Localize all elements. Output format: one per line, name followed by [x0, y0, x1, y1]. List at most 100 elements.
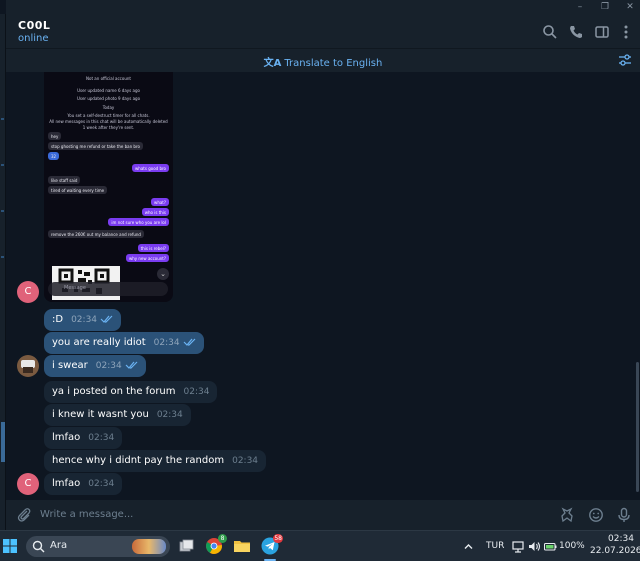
- task-view-icon[interactable]: [176, 536, 196, 556]
- scrollbar-thumb[interactable]: [636, 362, 639, 492]
- screenshot-message: who is this: [141, 208, 169, 216]
- screenshot-system-line: 1 week after they're sent.: [82, 125, 135, 130]
- message-bubble[interactable]: i swear 02:34: [44, 355, 146, 377]
- minimize-icon[interactable]: –: [573, 1, 587, 13]
- network-icon[interactable]: [512, 540, 525, 553]
- search-text: Ara: [50, 540, 68, 551]
- strip-marker: [1, 118, 4, 120]
- screenshot-message: this is rebel?: [137, 244, 169, 252]
- avatar-image-part: [23, 367, 33, 373]
- screenshot-message: stop ghosting me refund or take the ban …: [48, 142, 143, 150]
- message-bubble[interactable]: ya i posted on the forum 02:34: [44, 381, 218, 403]
- own-avatar[interactable]: [17, 355, 39, 377]
- clock-date[interactable]: 22.07.2026: [590, 546, 640, 556]
- screenshot-message: why new account?: [125, 254, 169, 262]
- message-text: i swear: [52, 360, 88, 371]
- volume-icon[interactable]: [528, 540, 541, 553]
- taskbar-search[interactable]: Ara: [26, 536, 170, 557]
- message-input[interactable]: Write a message...: [40, 509, 133, 520]
- message-bubble[interactable]: i knew it wasnt you 02:34: [44, 404, 191, 426]
- screenshot-input: Message: [48, 282, 168, 296]
- screenshot-system-line: Not an official account: [86, 76, 131, 81]
- read-ticks-icon: [125, 361, 138, 369]
- chat-area[interactable]: Not an official account User updated nam…: [6, 72, 634, 500]
- chat-name[interactable]: C00L: [18, 19, 50, 32]
- bot-commands-icon[interactable]: [559, 507, 575, 523]
- screenshot-message: 32: [48, 152, 60, 160]
- message-text: i knew it wasnt you: [52, 409, 149, 420]
- keyboard-language[interactable]: TUR: [486, 541, 504, 551]
- chevron-up-icon[interactable]: [462, 540, 475, 553]
- battery-percent: 100%: [559, 541, 585, 551]
- screenshot-message: remove the 260€ out my balance and refun…: [48, 230, 144, 238]
- screenshot-message: whats good bro: [132, 164, 169, 172]
- clock-time[interactable]: 02:34: [608, 534, 634, 544]
- screenshot-message: tired of waiting every time: [48, 186, 108, 194]
- message-time: 02:34: [71, 315, 98, 325]
- strip-active-marker: [1, 422, 5, 462]
- peer-avatar[interactable]: C: [17, 473, 39, 495]
- chat-scrollbar[interactable]: [634, 72, 640, 500]
- emoji-icon[interactable]: [588, 507, 604, 523]
- message-text: lmfao: [52, 478, 81, 489]
- chat-status: online: [18, 33, 49, 44]
- peer-avatar[interactable]: C: [17, 281, 39, 303]
- message-time: 02:34: [232, 456, 259, 466]
- translate-icon: 文A: [263, 58, 282, 69]
- message-bubble[interactable]: :D 02:34: [44, 309, 122, 331]
- screenshot-message: what?: [151, 198, 169, 206]
- message-time: 02:34: [156, 410, 183, 420]
- telegram-app[interactable]: 58: [260, 534, 283, 556]
- close-icon[interactable]: ✕: [623, 1, 637, 13]
- message-composer[interactable]: Write a message...: [6, 500, 640, 530]
- read-ticks-icon: [183, 338, 196, 346]
- microphone-icon[interactable]: [616, 507, 632, 523]
- screenshot-image-message[interactable]: Not an official account User updated nam…: [44, 72, 173, 302]
- message-text: :D: [52, 314, 64, 325]
- message-time: 02:34: [88, 479, 115, 489]
- screenshot-message: like staff said: [48, 176, 81, 184]
- message-bubble[interactable]: hence why i didnt pay the random 02:34: [44, 450, 267, 472]
- translate-label: Translate to English: [284, 58, 383, 69]
- read-ticks-icon: [100, 315, 113, 323]
- screenshot-system-line: You set a self-destruct timer for all ch…: [67, 113, 150, 118]
- chrome-badge: 8: [218, 534, 227, 543]
- message-bubble[interactable]: lmfao 02:34: [44, 427, 123, 449]
- message-text: lmfao: [52, 432, 81, 443]
- strip-marker: [1, 164, 4, 166]
- screenshot-system-line: All new messages in this chat will be au…: [49, 119, 168, 124]
- screenshot-system-line: Today: [102, 105, 115, 110]
- search-icon[interactable]: [542, 24, 558, 40]
- screenshot-message: hey: [48, 132, 62, 140]
- chat-header[interactable]: C00L online: [6, 14, 640, 49]
- strip-marker: [1, 210, 4, 212]
- attach-icon[interactable]: [16, 507, 32, 523]
- message-bubble[interactable]: you are really idiot 02:34: [44, 332, 204, 354]
- translate-settings-icon[interactable]: [618, 53, 632, 67]
- more-options-icon[interactable]: [618, 24, 634, 40]
- windows-start-icon[interactable]: [2, 538, 18, 554]
- message-time: 02:34: [183, 387, 210, 397]
- chrome-app[interactable]: 8: [204, 534, 227, 556]
- phone-icon[interactable]: [568, 24, 584, 40]
- restore-icon[interactable]: ❐: [598, 1, 612, 13]
- sidebar-toggle-icon[interactable]: [594, 24, 610, 40]
- screenshot-system-line: User updated photo 9 days ago: [76, 96, 141, 101]
- file-explorer-icon[interactable]: [232, 536, 252, 556]
- message-text: you are really idiot: [52, 337, 146, 348]
- telegram-badge: 58: [273, 534, 283, 543]
- battery-charging-icon[interactable]: [544, 540, 557, 553]
- translate-bar[interactable]: 文A Translate to English: [6, 49, 640, 72]
- message-text: ya i posted on the forum: [52, 386, 176, 397]
- window-titlebar: – ❐ ✕: [6, 0, 640, 14]
- screenshot-message: im not sure who you are lol: [108, 218, 169, 226]
- strip-marker: [1, 256, 4, 258]
- windows-taskbar: Ara 8 58 TUR 100% 02:34 22.07.2026: [0, 530, 640, 561]
- message-time: 02:34: [95, 361, 122, 371]
- message-text: hence why i didnt pay the random: [52, 455, 225, 466]
- translate-button[interactable]: 文A Translate to English: [6, 54, 640, 69]
- scroll-down-icon: ⌄: [157, 268, 169, 280]
- search-highlight-image: [132, 539, 166, 554]
- screenshot-input-placeholder: Message: [64, 285, 86, 291]
- message-bubble[interactable]: lmfao 02:34: [44, 473, 123, 495]
